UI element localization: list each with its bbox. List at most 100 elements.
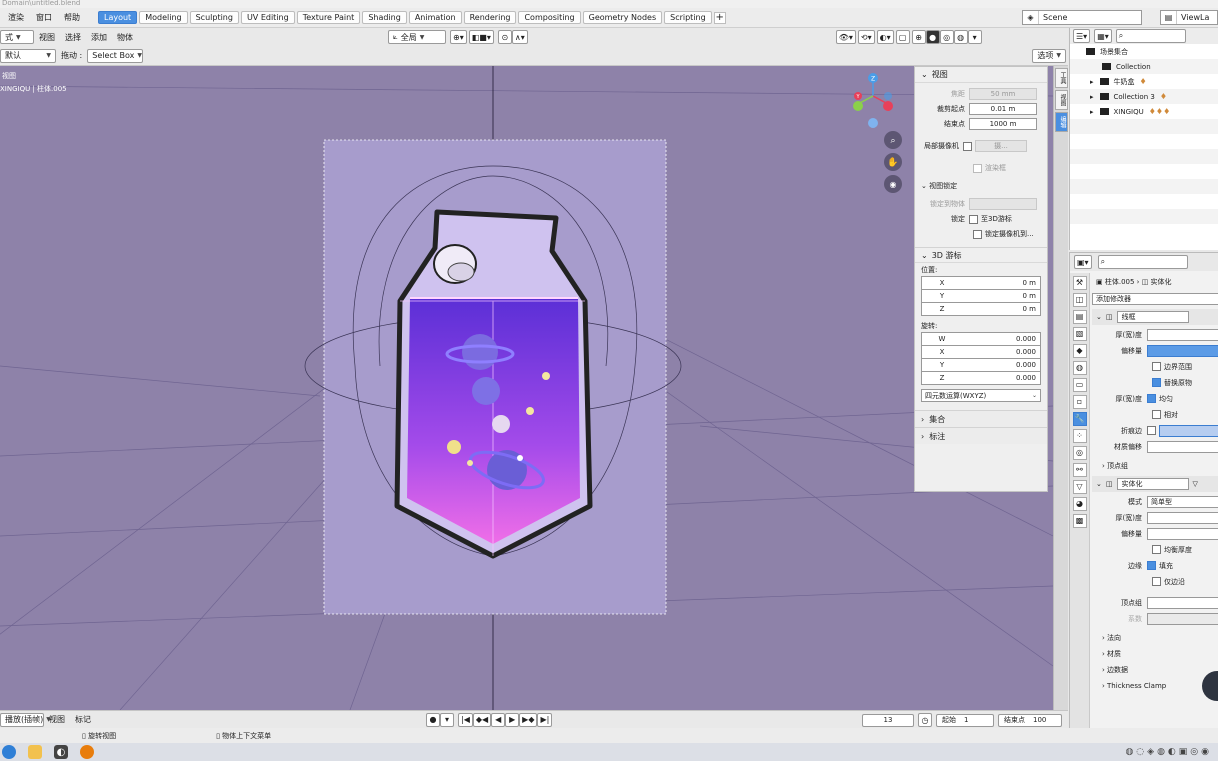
mode-dropdown[interactable]: 简单型 xyxy=(1147,495,1218,508)
outliner-row[interactable]: Collection xyxy=(1070,59,1218,74)
current-frame-field[interactable]: 13 xyxy=(862,713,914,727)
modifier-name-field[interactable]: 线框 xyxy=(1116,311,1189,323)
texture-tab-icon[interactable]: ▩ xyxy=(1072,514,1087,528)
editor-type-icon[interactable]: ▣▾ xyxy=(1074,255,1092,269)
record-icon[interactable]: ● xyxy=(426,712,440,727)
cursor-location-z[interactable]: Z 0 m xyxy=(921,302,1041,316)
modifier-name-field[interactable]: 实体化 xyxy=(1116,478,1189,490)
menu-select[interactable]: 选择 xyxy=(60,32,86,43)
tab-rendering[interactable]: Rendering xyxy=(463,11,517,24)
lock-camera-checkbox[interactable] xyxy=(973,229,982,239)
falloff-icon[interactable]: ∧▾ xyxy=(511,30,528,44)
tab-view[interactable]: 视图 xyxy=(1055,90,1068,110)
tab-shading[interactable]: Shading xyxy=(362,11,407,24)
output-tab-icon[interactable]: ▤ xyxy=(1072,310,1087,324)
shading-wireframe-icon[interactable]: ⊕ xyxy=(911,30,926,44)
outliner-row[interactable]: ▸ 牛奶盒 ♦ xyxy=(1070,74,1218,89)
milk-carton[interactable] xyxy=(394,209,593,559)
replace-original-checkbox[interactable] xyxy=(1152,378,1161,387)
snap-icon[interactable]: ◧■▾ xyxy=(468,30,494,44)
3d-viewport[interactable]: Z Y ⌕ ✋ ◉ 视图 XINGIQU | 柱体.005 xyxy=(0,66,1053,710)
next-keyframe-icon[interactable]: ▶◆ xyxy=(519,712,538,727)
search-icon[interactable]: ⌕ xyxy=(1115,29,1186,43)
jump-end-icon[interactable]: ▶| xyxy=(537,712,553,727)
data-tab-icon[interactable]: ▽ xyxy=(1072,480,1087,494)
vertex-group-field[interactable] xyxy=(1147,596,1218,609)
local-camera-field[interactable]: 摄... xyxy=(975,140,1027,152)
solidify-modifier-header[interactable]: ⌄ ◫ 实体化 ▽ xyxy=(1092,476,1218,492)
material-tab-icon[interactable]: ◕ xyxy=(1072,497,1087,511)
pivot-icon[interactable]: ⊕▾ xyxy=(450,30,467,44)
system-tray-icons[interactable]: ◍◌◈◍◐▣◎◉ xyxy=(1125,747,1212,757)
navigation-gizmo[interactable]: Z Y xyxy=(853,73,893,128)
local-camera-checkbox[interactable] xyxy=(963,141,972,151)
lock-object-field[interactable] xyxy=(969,198,1037,210)
tab-uv-editing[interactable]: UV Editing xyxy=(240,11,295,24)
view-layer-tab-icon[interactable]: ▧ xyxy=(1072,327,1087,341)
timeline-menu-marker[interactable]: 标记 xyxy=(70,714,96,725)
shading-material-icon[interactable]: ◎ xyxy=(939,30,954,44)
rotation-mode-dropdown[interactable]: 四元数运算(WXYZ) ⌄ xyxy=(921,389,1041,402)
particles-tab-icon[interactable]: ⁘ xyxy=(1072,429,1087,443)
mode-dropdown[interactable]: 式 ▼ xyxy=(0,30,34,44)
crease-weight-field[interactable] xyxy=(1159,424,1218,437)
edge-data-section[interactable]: › 边数据 xyxy=(1092,662,1218,677)
folder-icon[interactable] xyxy=(28,745,42,759)
menu-window[interactable]: 窗口 xyxy=(30,12,58,23)
crease-edges-checkbox[interactable] xyxy=(1147,426,1156,435)
editor-type-icon[interactable]: ☰▾ xyxy=(1073,29,1091,43)
tab-animation[interactable]: Animation xyxy=(408,11,462,24)
object-tab-icon[interactable]: ▫ xyxy=(1072,395,1087,409)
keying-icon[interactable]: ▾ xyxy=(440,712,454,727)
orientation-default-dropdown[interactable]: 默认 ▼ xyxy=(0,48,56,63)
thickness-clamp-section[interactable]: › Thickness Clamp xyxy=(1092,678,1218,693)
annotation-section-header[interactable]: › 标注 xyxy=(915,427,1047,444)
menu-object[interactable]: 物体 xyxy=(112,32,138,43)
solidify-thickness-field[interactable] xyxy=(1147,511,1218,524)
collection-section-header[interactable]: › 集合 xyxy=(915,410,1047,427)
world-tab-icon[interactable]: ◍ xyxy=(1072,361,1087,375)
clock-icon[interactable]: ◷ xyxy=(918,713,932,727)
materials-section[interactable]: › 材质 xyxy=(1092,646,1218,661)
shading-rendered-icon[interactable]: ◍ xyxy=(953,30,968,44)
fill-rim-checkbox[interactable] xyxy=(1147,561,1156,570)
render-region-checkbox[interactable] xyxy=(973,163,982,173)
overlay-icon[interactable]: ◐▾ xyxy=(876,30,894,44)
display-mode-icon[interactable]: ▦▾ xyxy=(1094,29,1112,43)
modifier-tab-icon[interactable]: 🔧 xyxy=(1072,412,1087,426)
add-workspace-button[interactable]: + xyxy=(713,11,726,24)
menu-add[interactable]: 添加 xyxy=(86,32,112,43)
view-lock-header[interactable]: ⌄ 视图锁定 xyxy=(915,179,1047,193)
add-modifier-button[interactable]: 添加修改器 xyxy=(1092,292,1218,305)
timeline-menu-view[interactable]: 视图 xyxy=(44,714,70,725)
constraints-tab-icon[interactable]: ⚯ xyxy=(1072,463,1087,477)
browser-icon[interactable] xyxy=(2,745,16,759)
outliner-row[interactable]: 场景集合 xyxy=(1070,44,1218,59)
factor-field[interactable] xyxy=(1147,612,1218,625)
cursor-location-y[interactable]: Y 0 m xyxy=(921,289,1041,303)
end-frame-field[interactable]: 结束点 100 xyxy=(998,713,1062,727)
cursor-section-header[interactable]: ⌄ 3D 游标 xyxy=(915,247,1047,263)
cursor-rotation-z[interactable]: Z 0.000 xyxy=(921,371,1041,385)
scene-tab-icon[interactable]: ◆ xyxy=(1072,344,1087,358)
play-reverse-icon[interactable]: ◀ xyxy=(491,712,506,727)
search-icon[interactable]: ⌕ xyxy=(1097,255,1188,269)
orientation-dropdown[interactable]: ⟀ 全局 ▼ xyxy=(388,30,446,44)
tab-geometry-nodes[interactable]: Geometry Nodes xyxy=(582,11,663,24)
scene-selector[interactable]: ◈ Scene xyxy=(1022,10,1142,25)
lock-3d-cursor-checkbox[interactable] xyxy=(969,214,978,224)
shading-solid-icon[interactable]: ● xyxy=(925,30,940,44)
xray-icon[interactable]: ▢ xyxy=(895,30,910,44)
tab-modeling[interactable]: Modeling xyxy=(139,11,188,24)
cursor-rotation-x[interactable]: X 0.000 xyxy=(921,345,1041,359)
menu-help[interactable]: 帮助 xyxy=(58,12,86,23)
viewport-nav-buttons[interactable]: ⌕ ✋ ◉ xyxy=(884,131,902,193)
app-icon[interactable]: ◐ xyxy=(54,745,68,759)
only-rim-checkbox[interactable] xyxy=(1152,577,1161,586)
even-thickness-checkbox[interactable] xyxy=(1152,545,1161,554)
play-icon[interactable]: ▶ xyxy=(505,712,520,727)
even-checkbox[interactable] xyxy=(1147,394,1156,403)
focal-length-field[interactable]: 50 mm xyxy=(969,88,1037,100)
solidify-offset-field[interactable] xyxy=(1147,527,1218,540)
outliner-row[interactable]: ▸ XINGIQU ♦♦♦ xyxy=(1070,104,1218,119)
